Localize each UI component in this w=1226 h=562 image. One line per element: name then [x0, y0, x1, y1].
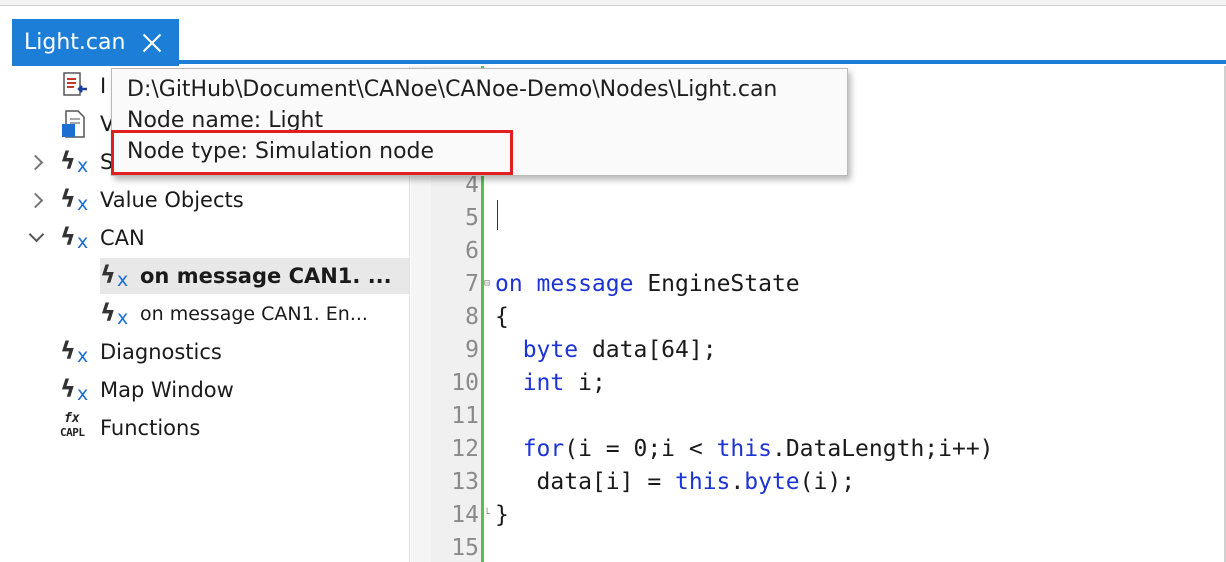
tree-item-label: I: [100, 74, 107, 98]
function-icon: ϟx: [60, 223, 89, 253]
tree-item-value-objects[interactable]: ϟx Value Objects: [27, 182, 244, 218]
variables-icon: [60, 109, 90, 139]
fold-collapse-icon[interactable]: ⊟: [481, 278, 493, 289]
line-number: 7: [465, 270, 479, 297]
function-icon: ϟx: [60, 375, 89, 405]
tree-item-label: Value Objects: [100, 188, 244, 212]
code-line: 14 └ }: [431, 498, 509, 531]
tree-item-on-message-2[interactable]: ϟx on message CAN1. En...: [100, 296, 368, 332]
code-line: 7 ⊟ on message EngineState: [431, 267, 800, 300]
line-number: 6: [465, 237, 479, 264]
function-icon: ϟx: [60, 185, 89, 215]
code-line: 12 for(i = 0;i < this.DataLength;i++): [431, 432, 993, 465]
code-line: 9 byte data[64];: [431, 333, 716, 366]
line-number: 13: [451, 468, 479, 495]
function-icon: ϟx: [60, 337, 89, 367]
tree-item-label: Diagnostics: [100, 340, 222, 364]
code-line: 6: [431, 234, 495, 267]
tree-item-label: Functions: [100, 416, 201, 440]
annotation-highlight-box: [111, 130, 513, 175]
line-number: 5: [465, 204, 479, 231]
line-number: 12: [451, 435, 479, 462]
tooltip-path: D:\GitHub\Document\CANoe\CANoe-Demo\Node…: [127, 77, 778, 102]
code-line: 15: [431, 531, 495, 562]
line-number: 8: [465, 303, 479, 330]
tab-light-can[interactable]: Light.can: [12, 19, 179, 66]
code-line: 8 {: [431, 300, 509, 333]
tree-item-on-message-1[interactable]: ϟx on message CAN1. ...: [100, 258, 409, 294]
fold-end-icon: └: [483, 509, 491, 520]
function-icon: ϟx: [60, 147, 89, 177]
include-icon: [60, 71, 90, 101]
line-number: 9: [465, 336, 479, 363]
tree-item-includes[interactable]: I: [60, 68, 106, 104]
line-number: 10: [451, 369, 479, 396]
code-line: 11: [431, 399, 495, 432]
tree-item-can[interactable]: ϟx CAN: [28, 220, 145, 256]
tree-item-diagnostics[interactable]: ϟx Diagnostics: [60, 334, 222, 370]
tree-item-system[interactable]: ϟx S: [27, 144, 113, 180]
function-icon: ϟx: [100, 261, 129, 291]
code-line: 5: [431, 201, 495, 234]
tree-item-variables[interactable]: V: [60, 106, 114, 142]
close-icon[interactable]: [141, 32, 163, 54]
chevron-down-icon[interactable]: [28, 226, 45, 243]
chevron-right-icon[interactable]: [27, 192, 44, 209]
function-icon: ϟx: [100, 299, 129, 329]
line-number: 11: [451, 402, 479, 429]
tree-item-functions[interactable]: fx CAPL Functions: [60, 410, 200, 446]
line-number: 14: [451, 501, 479, 528]
tab-label: Light.can: [24, 30, 126, 55]
chevron-right-icon[interactable]: [27, 154, 44, 171]
tree-item-label: on message CAN1. En...: [140, 303, 368, 325]
code-line: 13 data[i] = this.byte(i);: [431, 465, 855, 498]
tree-item-map-window[interactable]: ϟx Map Window: [60, 372, 234, 408]
capl-functions-icon: fx CAPL: [60, 411, 85, 439]
tree-item-label: Map Window: [100, 378, 234, 402]
tab-underline: [12, 60, 1226, 64]
tree-item-label: CAN: [100, 226, 145, 250]
text-cursor: [497, 200, 498, 230]
tree-item-label: on message CAN1. ...: [140, 264, 392, 288]
line-number: 15: [451, 534, 479, 561]
tab-bar: Light.can: [0, 6, 1226, 66]
code-line: 10 int i;: [431, 366, 606, 399]
